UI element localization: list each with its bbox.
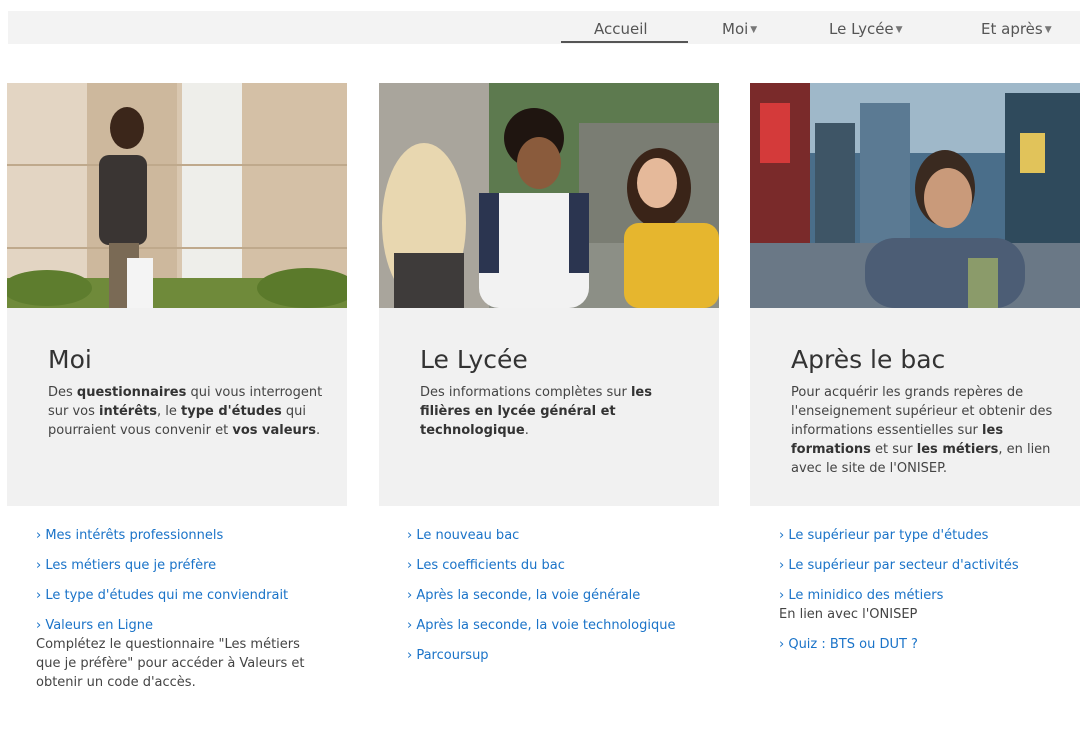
caret-down-icon: ▼ (750, 25, 758, 35)
card-lycee[interactable]: Le Lycée Des informations complètes sur … (379, 83, 719, 506)
description-text: . (315, 423, 321, 438)
link-2-3[interactable]: › Quiz : BTS ou DUT ? (779, 637, 918, 652)
link-item: › Le minidico des métiers En lien avec l'… (779, 586, 1064, 624)
card-description: Pour acquérir les grands repères de l'en… (791, 383, 1066, 478)
link-1-3[interactable]: › Après la seconde, la voie technologiqu… (407, 618, 675, 633)
link-2-2[interactable]: › Le minidico des métiers (779, 588, 943, 603)
link-2-0[interactable]: › Le supérieur par type d'études (779, 528, 988, 543)
city-photo (750, 83, 1080, 308)
link-0-0[interactable]: › Mes intérêts professionnels (36, 528, 223, 543)
link-item: › Le supérieur par secteur d'activités (779, 556, 1064, 575)
description-bold-text: type d'études (181, 404, 282, 419)
link-1-4[interactable]: › Parcoursup (407, 648, 489, 663)
description-bold-text: les métiers (916, 442, 999, 457)
description-text: Pour acquérir les grands repères de l'en… (791, 385, 1053, 438)
link-item: › Le nouveau bac (407, 526, 677, 545)
description-text: Des informations complètes sur (420, 385, 631, 400)
description-text: et sur (870, 442, 917, 457)
nav-et-apres-label: Et après (981, 20, 1043, 38)
card-title: Le Lycée (420, 345, 528, 374)
link-item: › Après la seconde, la voie générale (407, 586, 677, 605)
link-item: › Après la seconde, la voie technologiqu… (407, 616, 677, 635)
students-group-photo (379, 83, 719, 308)
link-item: › Le type d'études qui me conviendrait (36, 586, 316, 605)
card-title: Après le bac (791, 345, 946, 374)
link-0-1[interactable]: › Les métiers que je préfère (36, 558, 216, 573)
nav-accueil-label: Accueil (594, 20, 648, 38)
link-item: › Quiz : BTS ou DUT ? (779, 635, 1064, 654)
link-item: › Valeurs en Ligne Complétez le questionn… (36, 616, 316, 692)
link-note: Complétez le questionnaire "Les métiers … (36, 637, 305, 690)
caret-down-icon: ▼ (895, 25, 903, 35)
links-apres-bac: › Le supérieur par type d'études › Le sup… (779, 526, 1064, 665)
nav-lycee[interactable]: Le Lycée ▼ (829, 11, 903, 44)
card-description: Des informations complètes sur les filiè… (420, 383, 695, 440)
link-2-1[interactable]: › Le supérieur par secteur d'activités (779, 558, 1019, 573)
link-item: › Les coefficients du bac (407, 556, 677, 575)
link-1-0[interactable]: › Le nouveau bac (407, 528, 519, 543)
card-apres-bac[interactable]: Après le bac Pour acquérir les grands re… (750, 83, 1080, 506)
card-description: Des questionnaires qui vous interrogent … (48, 383, 323, 440)
description-text: , le (156, 404, 181, 419)
description-bold-text: questionnaires (76, 385, 187, 400)
link-0-3[interactable]: › Valeurs en Ligne (36, 618, 153, 633)
description-bold-text: vos valeurs (232, 423, 316, 438)
nav-moi-label: Moi (722, 20, 749, 38)
link-item: › Les métiers que je préfère (36, 556, 316, 575)
description-text: Des (48, 385, 77, 400)
card-title: Moi (48, 345, 92, 374)
link-0-2[interactable]: › Le type d'études qui me conviendrait (36, 588, 288, 603)
card-moi[interactable]: Moi Des questionnaires qui vous interrog… (7, 83, 347, 506)
link-item: › Parcoursup (407, 646, 677, 665)
links-moi: › Mes intérêts professionnels › Les métie… (36, 526, 316, 703)
links-lycee: › Le nouveau bac › Les coefficients du ba… (407, 526, 677, 676)
top-nav-bar (8, 11, 1080, 44)
description-bold-text: intérêts (99, 404, 157, 419)
nav-et-apres[interactable]: Et après ▼ (981, 11, 1052, 44)
nav-moi[interactable]: Moi ▼ (722, 11, 757, 44)
link-1-2[interactable]: › Après la seconde, la voie générale (407, 588, 640, 603)
student-photo (7, 83, 347, 308)
link-item: › Le supérieur par type d'études (779, 526, 1064, 545)
link-note: En lien avec l'ONISEP (779, 607, 918, 622)
nav-accueil[interactable]: Accueil (594, 11, 648, 44)
link-item: › Mes intérêts professionnels (36, 526, 316, 545)
caret-down-icon: ▼ (1044, 25, 1052, 35)
description-text: . (524, 423, 529, 438)
nav-active-indicator (561, 41, 688, 43)
link-1-1[interactable]: › Les coefficients du bac (407, 558, 565, 573)
nav-lycee-label: Le Lycée (829, 20, 894, 38)
